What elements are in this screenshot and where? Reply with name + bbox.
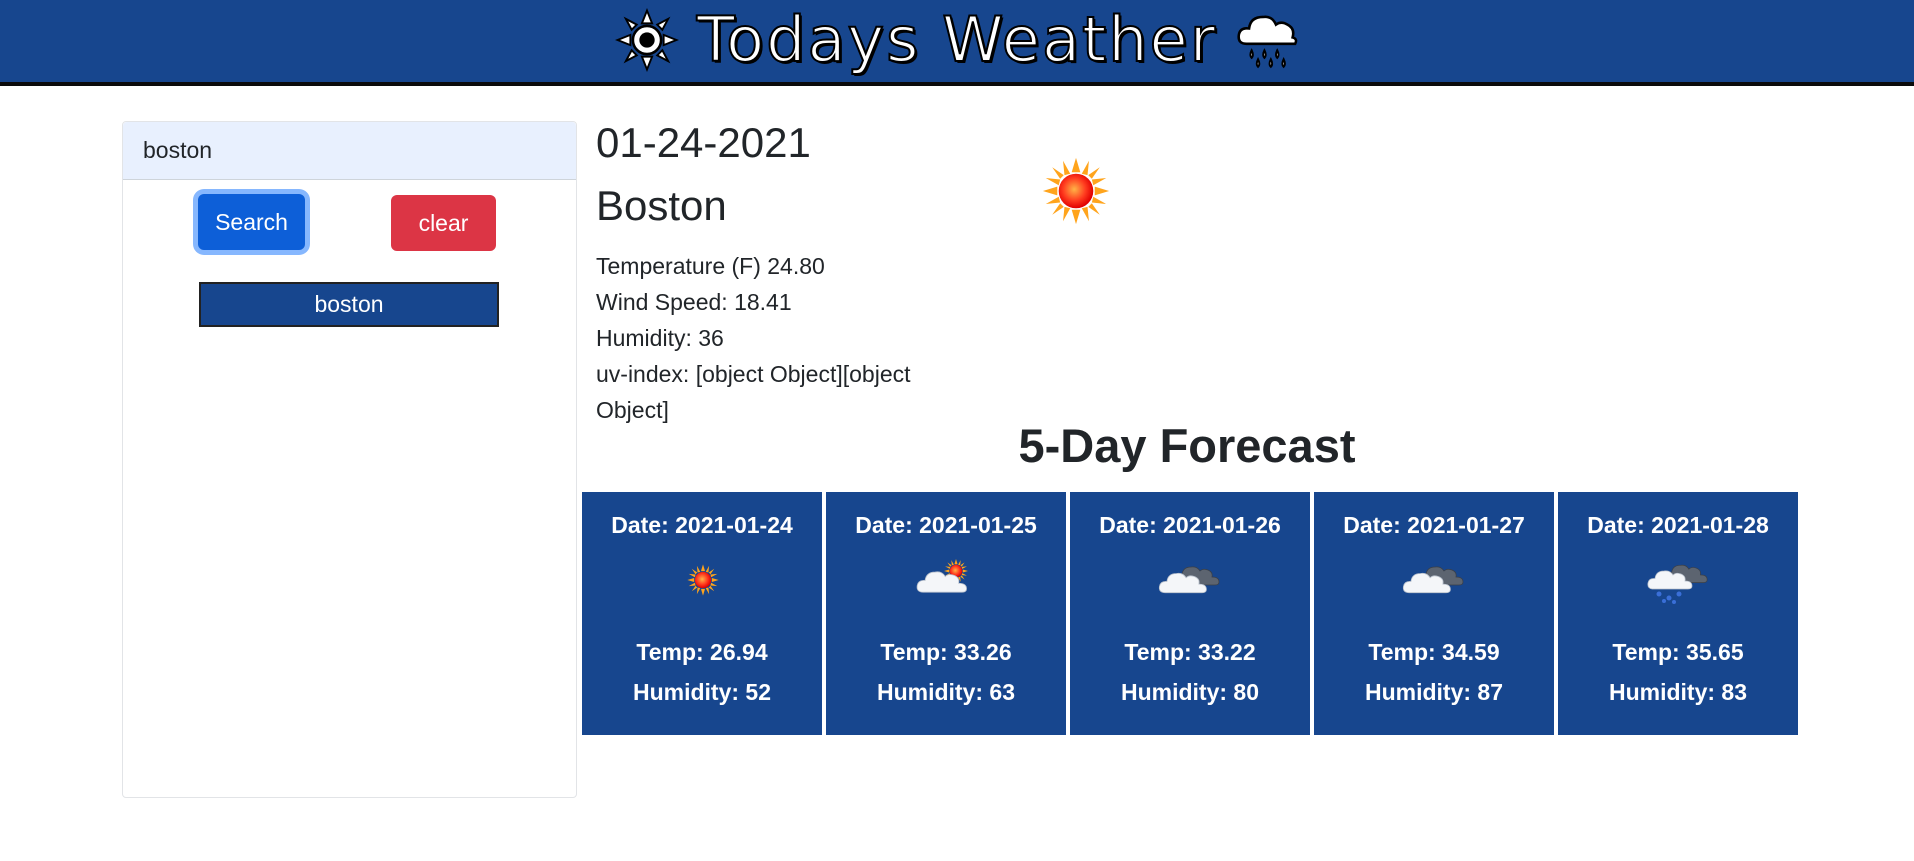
forecast-card: Date: 2021-01-25 Temp: 33.26 Humidity: 6… [826,492,1066,735]
forecast-temp: Temp: 34.59 [1368,639,1500,665]
history-item-boston[interactable]: boston [199,282,499,327]
forecast-date: Date: 2021-01-27 [1343,512,1525,538]
uv-index-text: uv-index: [object Object][object Object] [596,361,911,423]
search-panel: Search clear boston [122,121,577,798]
forecast-date: Date: 2021-01-24 [611,512,793,538]
current-city: Boston [596,182,727,229]
partly-cloudy-icon [916,559,968,593]
forecast-temp: Temp: 26.94 [636,639,768,665]
sun-icon [687,564,719,596]
forecast-temp: Temp: 33.26 [880,639,1012,665]
humidity-text: Humidity: 36 [596,325,724,351]
forecast-humidity: Humidity: 52 [632,679,772,705]
forecast-humidity: Humidity: 80 [1120,679,1260,705]
rain-cloud-icon [1237,15,1298,69]
search-input[interactable] [123,122,576,180]
current-details: Temperature (F) 24.80 Wind Speed: 18.41 … [596,248,956,428]
cloudy-icon [1402,566,1464,594]
forecast-temp: Temp: 33.22 [1124,639,1256,665]
forecast-humidity: Humidity: 63 [876,679,1016,705]
sun-icon [614,8,679,72]
app-header: Todays Weather [0,0,1914,86]
forecast-title: 5-Day Forecast [1018,419,1356,472]
snow-cloud-icon [1647,564,1708,604]
temperature-text: Temperature (F) 24.80 [596,253,825,279]
forecast-humidity: Humidity: 87 [1364,679,1504,705]
forecast-card: Date: 2021-01-26 Temp: 33.22 Humidity: 8… [1070,492,1310,735]
wind-speed-text: Wind Speed: 18.41 [596,289,792,315]
clear-button[interactable]: clear [391,195,496,251]
page-title: Todays Weather [696,3,1218,76]
forecast-card: Date: 2021-01-28 Temp: 35.65 Humidity: 8… [1558,492,1798,735]
forecast-humidity: Humidity: 83 [1608,679,1748,705]
forecast-temp: Temp: 35.65 [1612,639,1744,665]
current-date: 01-24-2021 [596,119,811,166]
forecast-date: Date: 2021-01-26 [1099,512,1281,538]
sun-icon [1040,155,1112,227]
forecast-card: Date: 2021-01-27 Temp: 34.59 Humidity: 8… [1314,492,1554,735]
forecast-card: Date: 2021-01-24 Temp: 26.94 Humidity: 5… [582,492,822,735]
search-button[interactable]: Search [198,194,305,250]
forecast-date: Date: 2021-01-25 [855,512,1037,538]
cloudy-icon [1158,566,1220,594]
forecast-date: Date: 2021-01-28 [1587,512,1769,538]
forecast-cards: Date: 2021-01-24 Temp: 26.94 Humidity: 5… [582,492,1798,735]
